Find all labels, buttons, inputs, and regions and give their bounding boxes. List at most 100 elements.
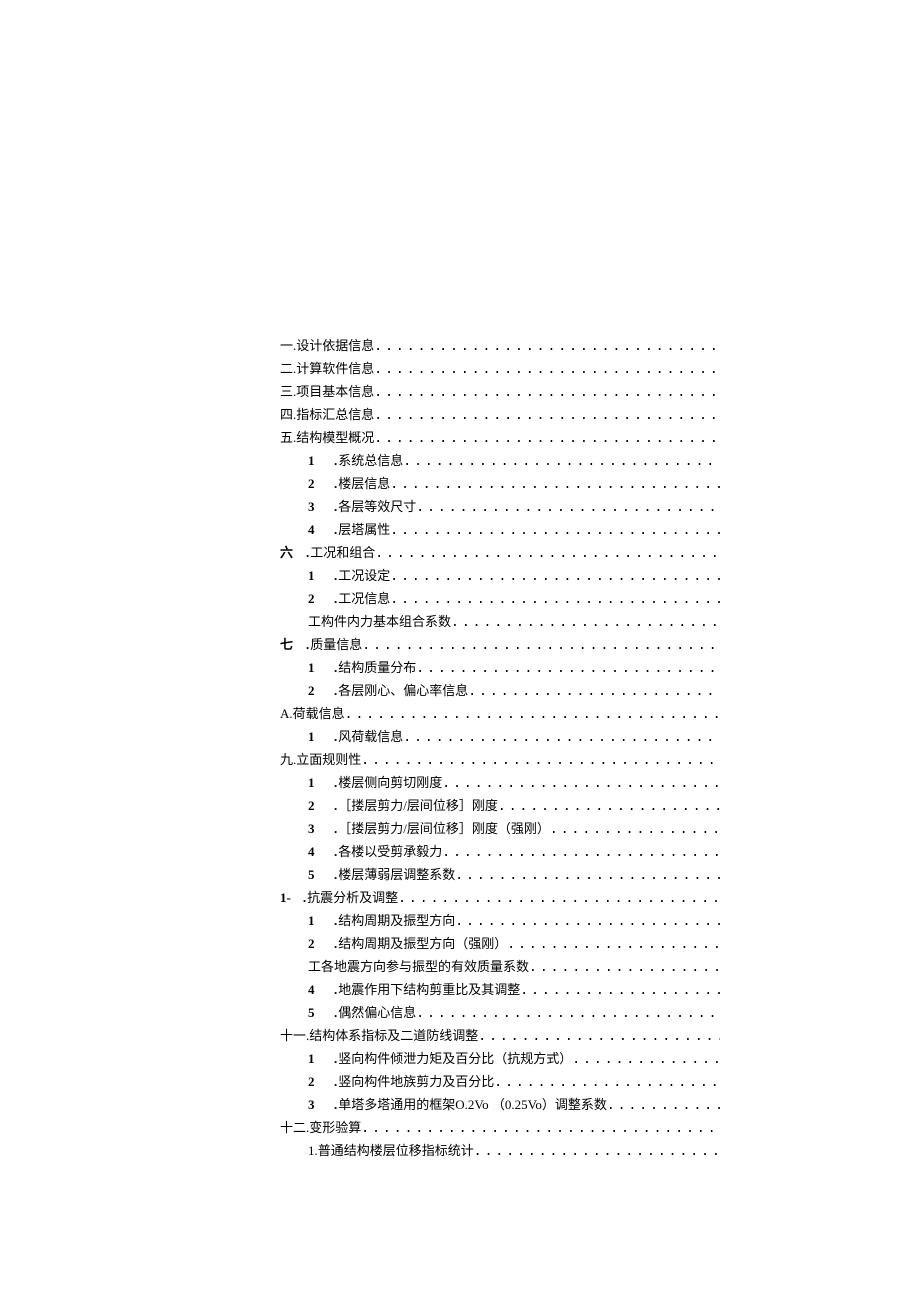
- toc-leader-dots: [390, 566, 720, 588]
- leading-dot: .: [334, 841, 337, 863]
- toc-label: 质量信息: [310, 634, 362, 656]
- toc-prefix: 1.: [308, 1140, 318, 1162]
- leading-dot: .: [334, 680, 337, 702]
- toc-entry: 工 各地震方向参与振型的有效质量系数: [280, 956, 720, 979]
- toc-leader-dots: [451, 612, 720, 634]
- toc-label: 竖向构件地族剪力及百分比: [338, 1071, 494, 1093]
- toc-prefix: 工: [308, 611, 321, 633]
- toc-leader-dots: [416, 497, 720, 519]
- toc-label: 楼层侧向剪切刚度: [338, 772, 442, 794]
- toc-leader-dots: [361, 1118, 720, 1140]
- toc-entry: 十一. 结构体系指标及二道防线调整: [280, 1025, 720, 1048]
- toc-label: 抗震分析及调整: [307, 887, 398, 909]
- toc-label: 系统总信息: [338, 450, 403, 472]
- toc-number: 六: [280, 542, 294, 564]
- toc-label: 计算软件信息: [296, 358, 374, 380]
- leading-dot: .: [334, 450, 337, 472]
- leading-dot: .: [334, 1002, 337, 1024]
- toc-label: 楼层薄弱层调整系数: [338, 864, 455, 886]
- toc-number: 1: [308, 910, 322, 932]
- toc-leader-dots: [474, 1141, 720, 1163]
- leading-dot: .: [306, 634, 309, 656]
- leading-dot: .: [334, 1094, 337, 1116]
- leading-dot: .: [334, 565, 337, 587]
- toc-number: 4: [308, 841, 322, 863]
- toc-leader-dots: [455, 911, 720, 933]
- toc-leader-dots: [374, 382, 720, 404]
- toc-number: 5: [308, 1002, 322, 1024]
- leading-dot: .: [334, 910, 337, 932]
- toc-entry: 1. 结构质量分布: [280, 657, 720, 680]
- toc-leader-dots: [374, 405, 720, 427]
- toc-number: 2: [308, 1071, 322, 1093]
- toc-number: 2: [308, 795, 322, 817]
- toc-entry: 2. 竖向构件地族剪力及百分比: [280, 1071, 720, 1094]
- toc-label: 单塔多塔通用的框架O.2Vo （0.25Vo）调整系数: [338, 1094, 607, 1116]
- toc-leader-dots: [374, 336, 720, 358]
- toc-leader-dots: [374, 428, 720, 450]
- toc-prefix: A.: [280, 703, 293, 725]
- toc-label: 结构周期及振型方向（强刚）: [338, 933, 507, 955]
- toc-number: 七: [280, 634, 294, 656]
- toc-leader-dots: [607, 1095, 720, 1117]
- toc-label: 指标汇总信息: [296, 404, 374, 426]
- toc-entry: 十二. 变形验算: [280, 1117, 720, 1140]
- toc-leader-dots: [403, 727, 720, 749]
- leading-dot: .: [334, 1048, 337, 1070]
- toc-label: 风荷载信息: [338, 726, 403, 748]
- toc-entry: 1-. 抗震分析及调整: [280, 887, 720, 910]
- leading-dot: .: [334, 933, 337, 955]
- toc-label: 构件内力基本组合系数: [321, 611, 451, 633]
- toc-entry: 2. ［搂层剪力/层间位移］刚度: [280, 795, 720, 818]
- toc-leader-dots: [442, 773, 720, 795]
- toc-number: 1: [308, 657, 322, 679]
- toc-label: 竖向构件倾泄力矩及百分比（抗规方式）: [338, 1048, 572, 1070]
- toc-leader-dots: [390, 520, 720, 542]
- toc-label: 立面规则性: [296, 749, 361, 771]
- toc-number: 2: [308, 588, 322, 610]
- toc-number: 1-: [280, 887, 291, 909]
- toc-leader-dots: [520, 980, 720, 1002]
- toc-prefix: 九.: [280, 749, 296, 771]
- leading-dot: .: [334, 588, 337, 610]
- toc-label: 结构周期及振型方向: [338, 910, 455, 932]
- toc-label: 各层刚心、偏心率信息: [338, 680, 468, 702]
- toc-label: 工况和组合: [310, 542, 375, 564]
- toc-label: 荷载信息: [293, 703, 345, 725]
- toc-entry: 4. 各楼以受剪承毅力: [280, 841, 720, 864]
- toc-number: 4: [308, 519, 322, 541]
- toc-prefix: 二.: [280, 358, 296, 380]
- toc-prefix: 工: [308, 956, 321, 978]
- toc-label: ［搂层剪力/层间位移］刚度（强刚）: [338, 818, 550, 840]
- toc-entry: 3. ［搂层剪力/层间位移］刚度（强刚）: [280, 818, 720, 841]
- toc-number: 1: [308, 450, 322, 472]
- toc-entry: 2. 楼层信息: [280, 473, 720, 496]
- toc-entry: 六. 工况和组合: [280, 542, 720, 565]
- leading-dot: .: [334, 864, 337, 886]
- toc-number: 1: [308, 1048, 322, 1070]
- toc-leader-dots: [390, 589, 720, 611]
- leading-dot: .: [334, 519, 337, 541]
- toc-entry: 一. 设计依据信息: [280, 335, 720, 358]
- leading-dot: .: [334, 496, 337, 518]
- toc-label: 项目基本信息: [296, 381, 374, 403]
- toc-label: 楼层信息: [338, 473, 390, 495]
- toc-entry: 1. 竖向构件倾泄力矩及百分比（抗规方式）: [280, 1048, 720, 1071]
- toc-entry: 二. 计算软件信息: [280, 358, 720, 381]
- toc-entry: 工 构件内力基本组合系数: [280, 611, 720, 634]
- toc-leader-dots: [362, 635, 720, 657]
- leading-dot: .: [334, 795, 337, 817]
- toc-leader-dots: [507, 934, 720, 956]
- toc-entry: 1. 结构周期及振型方向: [280, 910, 720, 933]
- toc-entry: 1. 系统总信息: [280, 450, 720, 473]
- toc-label: 普通结构楼层位移指标统计: [318, 1140, 474, 1162]
- toc-label: ［搂层剪力/层间位移］刚度: [338, 795, 498, 817]
- toc-entry: A. 荷载信息: [280, 703, 720, 726]
- toc-label: 设计依据信息: [296, 335, 374, 357]
- toc-leader-dots: [374, 359, 720, 381]
- toc-leader-dots: [416, 658, 720, 680]
- toc-number: 2: [308, 473, 322, 495]
- leading-dot: .: [334, 818, 337, 840]
- toc-number: 4: [308, 979, 322, 1001]
- toc-entry: 三. 项目基本信息: [280, 381, 720, 404]
